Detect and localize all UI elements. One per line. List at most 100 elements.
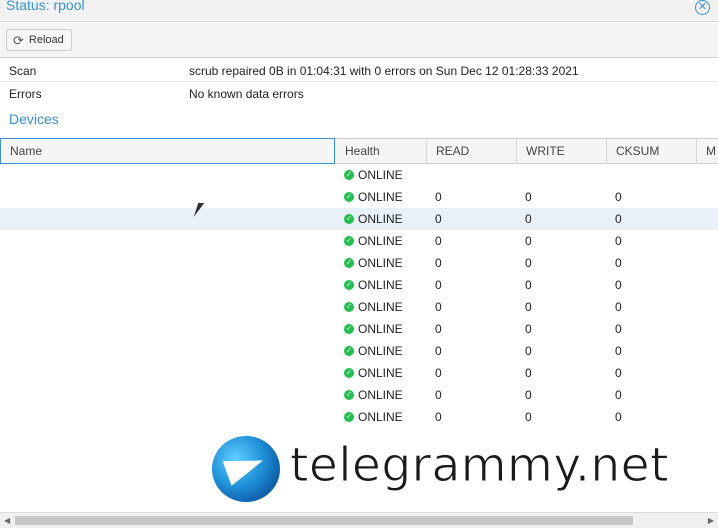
horizontal-scrollbar[interactable]: ◀ ▶: [0, 512, 718, 528]
cksum-errors-cell: 0: [615, 366, 622, 380]
health-cell: ✓ ONLINE: [344, 230, 403, 252]
scan-value: scrub repaired 0B in 01:04:31 with 0 err…: [189, 64, 579, 78]
table-row[interactable]: /dev/disk/by-id/ata-INTEL_SSDSC2BB300G4_…: [0, 340, 718, 362]
toolbar: ⟳ Reload: [0, 23, 718, 58]
health-cell: ✓ ONLINE: [344, 164, 403, 186]
health-status: ONLINE: [358, 388, 403, 402]
write-errors-cell: 0: [525, 278, 532, 292]
table-row[interactable]: /dev/disk/by-id/ata-INTEL_SSDSC2BB300G4_…: [0, 252, 718, 274]
check-circle-icon: ✓: [344, 412, 354, 422]
column-header-read[interactable]: READ: [427, 139, 517, 164]
paper-plane-icon: [222, 448, 268, 486]
cksum-errors-cell: 0: [615, 212, 622, 226]
cksum-errors-cell: 0: [615, 344, 622, 358]
reload-button-label: Reload: [28, 34, 64, 46]
errors-label: Errors: [9, 87, 42, 101]
health-status: ONLINE: [358, 234, 403, 248]
grid-rows: rpool✓ONLINEraidz2-0✓ONLINE000/dev/disk/…: [0, 164, 718, 450]
health-cell: ✓ ONLINE: [344, 252, 403, 274]
write-errors-cell: 0: [525, 190, 532, 204]
health-status: ONLINE: [358, 366, 403, 380]
table-row[interactable]: /dev/disk/by-id/ata-INTEL_SSDSC2BB300G4_…: [0, 318, 718, 340]
errors-row: Errors No known data errors: [0, 82, 718, 105]
write-errors-cell: 0: [525, 256, 532, 270]
cksum-errors-cell: 0: [615, 322, 622, 336]
health-status: ONLINE: [358, 410, 403, 424]
check-circle-icon: ✓: [344, 258, 354, 268]
column-header-cksum[interactable]: CKSUM: [607, 139, 697, 164]
cksum-errors-cell: 0: [615, 300, 622, 314]
write-errors-cell: 0: [525, 366, 532, 380]
write-errors-cell: 0: [525, 410, 532, 424]
read-errors-cell: 0: [435, 278, 442, 292]
write-errors-cell: 0: [525, 234, 532, 248]
health-status: ONLINE: [358, 344, 403, 358]
table-row[interactable]: /dev/disk/by-id/ata-INTEL_SSDSC2BB300G4_…: [0, 362, 718, 384]
devices-section-title: Devices: [9, 111, 59, 127]
health-status: ONLINE: [358, 278, 403, 292]
cksum-errors-cell: 0: [615, 234, 622, 248]
table-row[interactable]: raidz2-0✓ONLINE000: [0, 186, 718, 208]
check-circle-icon: ✓: [344, 214, 354, 224]
read-errors-cell: 0: [435, 322, 442, 336]
column-header-write[interactable]: WRITE: [517, 139, 607, 164]
read-errors-cell: 0: [435, 256, 442, 270]
table-row[interactable]: /dev/disk/by-id/ata-INTEL_SSDSC2BB300G4_…: [0, 274, 718, 296]
column-header-health[interactable]: Health: [336, 139, 427, 164]
watermark-text: telegrammy.net: [289, 438, 670, 494]
scroll-right-icon[interactable]: ▶: [708, 516, 714, 525]
health-cell: ✓ ONLINE: [344, 318, 403, 340]
scroll-left-icon[interactable]: ◀: [4, 516, 10, 525]
health-cell: ✓ ONLINE: [344, 384, 403, 406]
write-errors-cell: 0: [525, 344, 532, 358]
table-row[interactable]: /dev/disk/by-id/ata-INTEL_SSDSC2BB300G4_…: [0, 296, 718, 318]
reload-button[interactable]: ⟳ Reload: [6, 29, 72, 51]
scan-label: Scan: [9, 64, 37, 78]
read-errors-cell: 0: [435, 344, 442, 358]
health-cell: ✓ ONLINE: [344, 362, 403, 384]
cksum-errors-cell: 0: [615, 410, 622, 424]
health-cell: ✓ ONLINE: [344, 340, 403, 362]
read-errors-cell: 0: [435, 388, 442, 402]
close-icon[interactable]: ✕: [695, 0, 710, 15]
check-circle-icon: ✓: [344, 302, 354, 312]
table-row[interactable]: /dev/disk/by-id/ata-INTEL_SSDSC2BB300G4_…: [0, 208, 718, 230]
table-row[interactable]: rpool✓ONLINE: [0, 164, 718, 186]
health-cell: ✓ ONLINE: [344, 208, 403, 230]
cksum-errors-cell: 0: [615, 256, 622, 270]
health-cell: ✓ ONLINE: [344, 406, 403, 428]
window-titlebar: Status: rpool ✕: [0, 0, 718, 22]
health-cell: ✓ ONLINE: [344, 274, 403, 296]
grid-header: Name Health READ WRITE CKSUM M: [0, 138, 718, 164]
check-circle-icon: ✓: [344, 324, 354, 334]
cksum-errors-cell: 0: [615, 388, 622, 402]
health-status: ONLINE: [358, 168, 403, 182]
write-errors-cell: 0: [525, 322, 532, 336]
read-errors-cell: 0: [435, 366, 442, 380]
health-cell: ✓ ONLINE: [344, 186, 403, 208]
health-status: ONLINE: [358, 212, 403, 226]
check-circle-icon: ✓: [344, 192, 354, 202]
write-errors-cell: 0: [525, 388, 532, 402]
health-status: ONLINE: [358, 190, 403, 204]
cksum-errors-cell: 0: [615, 278, 622, 292]
health-status: ONLINE: [358, 322, 403, 336]
health-status: ONLINE: [358, 256, 403, 270]
check-circle-icon: ✓: [344, 390, 354, 400]
watermark: telegrammy.net: [212, 436, 712, 502]
column-header-name[interactable]: Name: [0, 138, 335, 164]
column-header-more[interactable]: M: [697, 139, 718, 164]
scrollbar-thumb[interactable]: [15, 516, 633, 525]
scan-row: Scan scrub repaired 0B in 01:04:31 with …: [0, 59, 718, 82]
read-errors-cell: 0: [435, 410, 442, 424]
check-circle-icon: ✓: [344, 346, 354, 356]
table-row[interactable]: /dev/disk/by-id/ata-INTEL_SSDSC2BB300G4_…: [0, 406, 718, 428]
errors-value: No known data errors: [189, 87, 304, 101]
write-errors-cell: 0: [525, 212, 532, 226]
refresh-icon: ⟳: [13, 32, 24, 48]
window-title: Status: rpool: [6, 0, 85, 13]
check-circle-icon: ✓: [344, 280, 354, 290]
table-row[interactable]: /dev/disk/by-id/ata-INTEL_SSDSC2BB300G4_…: [0, 230, 718, 252]
table-row[interactable]: /dev/disk/by-id/ata-INTEL_SSDSC2BB300G4_…: [0, 384, 718, 406]
write-errors-cell: 0: [525, 300, 532, 314]
